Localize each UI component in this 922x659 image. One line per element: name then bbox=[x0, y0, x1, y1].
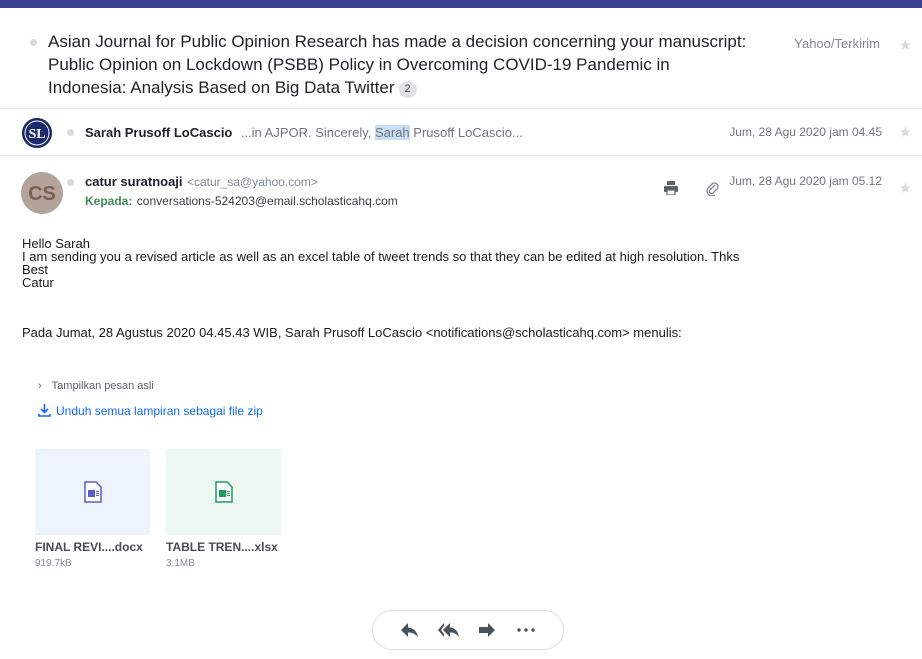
cs-avatar-icon: CS bbox=[21, 172, 63, 214]
thread-header: Asian Journal for Public Opinion Researc… bbox=[0, 8, 922, 109]
message-summary: Sarah Prusoff LoCascio ...in AJPOR. Sinc… bbox=[85, 124, 523, 142]
attachment-size: 919.7kB bbox=[35, 558, 72, 569]
subject-text: Asian Journal for Public Opinion Researc… bbox=[48, 32, 747, 97]
attachment-thumbnail bbox=[166, 449, 281, 535]
snippet-before: ...in AJPOR. Sincerely, bbox=[240, 125, 375, 140]
forward-icon bbox=[479, 623, 496, 637]
to-address[interactable]: conversations-524203@email.scholasticahq… bbox=[137, 194, 398, 208]
sender-avatar: CS bbox=[21, 172, 63, 214]
attachment-name: FINAL REVI....docx bbox=[35, 540, 143, 554]
thread-subject: Asian Journal for Public Opinion Researc… bbox=[48, 30, 748, 99]
message-body: Hello Sarah I am sending you a revised a… bbox=[22, 237, 739, 289]
sender-avatar: SL bbox=[22, 118, 52, 148]
attachment-card[interactable]: FINAL REVI....docx 919.7kB bbox=[35, 449, 150, 569]
reply-all-button[interactable] bbox=[436, 617, 462, 643]
reply-button[interactable] bbox=[397, 617, 423, 643]
sender-email: <catur_sa@yahoo.com> bbox=[186, 175, 318, 189]
top-bar bbox=[0, 0, 922, 8]
snippet-after: Prusoff LoCascio... bbox=[409, 125, 523, 140]
excel-file-icon bbox=[214, 481, 233, 503]
snippet: ...in AJPOR. Sincerely, Sarah Prusoff Lo… bbox=[241, 125, 523, 140]
recipient-line: Kepada: conversations-524203@email.schol… bbox=[85, 192, 398, 210]
body-line: I am sending you a revised article as we… bbox=[22, 249, 740, 264]
to-label: Kepada: bbox=[85, 194, 133, 208]
body-line: Catur bbox=[22, 275, 54, 290]
paperclip-icon[interactable] bbox=[706, 181, 719, 201]
sender-name[interactable]: catur suratnoaji bbox=[85, 174, 183, 189]
unread-dot[interactable] bbox=[67, 129, 74, 136]
show-original-label: Tampilkan pesan asli bbox=[51, 380, 154, 392]
chevron-right-icon: › bbox=[38, 380, 42, 392]
message-action-toolbar bbox=[372, 610, 564, 650]
download-all-link[interactable]: Unduh semua lampiran sebagai file zip bbox=[38, 404, 263, 418]
folder-label[interactable]: Yahoo/Terkirim bbox=[794, 36, 880, 51]
word-file-icon bbox=[83, 481, 102, 503]
message-count-badge: 2 bbox=[398, 81, 417, 98]
reply-icon bbox=[401, 623, 419, 637]
avatar-initials: CS bbox=[28, 183, 56, 205]
more-button[interactable] bbox=[513, 617, 539, 643]
download-all-label: Unduh semua lampiran sebagai file zip bbox=[56, 404, 263, 418]
unread-dot[interactable] bbox=[30, 39, 37, 46]
attachment-size: 3.1MB bbox=[166, 558, 195, 569]
star-icon[interactable]: ★ bbox=[899, 179, 912, 197]
forward-button[interactable] bbox=[474, 617, 500, 643]
reply-all-icon bbox=[437, 623, 459, 637]
star-icon[interactable]: ★ bbox=[899, 123, 912, 141]
avatar-initials: SL bbox=[28, 127, 45, 142]
more-icon bbox=[517, 628, 535, 632]
message-date: Jum, 28 Agu 2020 jam 04.45 bbox=[729, 125, 882, 139]
download-icon bbox=[38, 404, 51, 417]
quote-header: Pada Jumat, 28 Agustus 2020 04.45.43 WIB… bbox=[22, 325, 682, 340]
message-date: Jum, 28 Agu 2020 jam 05.12 bbox=[729, 174, 882, 188]
sender-name: Sarah Prusoff LoCascio bbox=[85, 125, 233, 140]
collapsed-message[interactable]: SL Sarah Prusoff LoCascio ...in AJPOR. S… bbox=[0, 110, 922, 156]
attachment-name: TABLE TREN....xlsx bbox=[166, 540, 278, 554]
attachment-card[interactable]: TABLE TREN....xlsx 3.1MB bbox=[166, 449, 281, 569]
body-line: Best bbox=[22, 262, 49, 277]
attachment-thumbnail bbox=[35, 449, 150, 535]
print-icon[interactable] bbox=[664, 181, 678, 200]
star-icon[interactable]: ★ bbox=[899, 36, 912, 54]
unread-dot[interactable] bbox=[67, 179, 74, 186]
open-message-header: CS catur suratnoaji <catur_sa@yahoo.com>… bbox=[0, 166, 922, 226]
sender-line: catur suratnoaji <catur_sa@yahoo.com> bbox=[85, 173, 318, 191]
show-original-link[interactable]: › Tampilkan pesan asli bbox=[38, 380, 154, 392]
sl-logo-icon: SL bbox=[22, 118, 52, 148]
snippet-highlight: Sarah bbox=[374, 125, 410, 140]
